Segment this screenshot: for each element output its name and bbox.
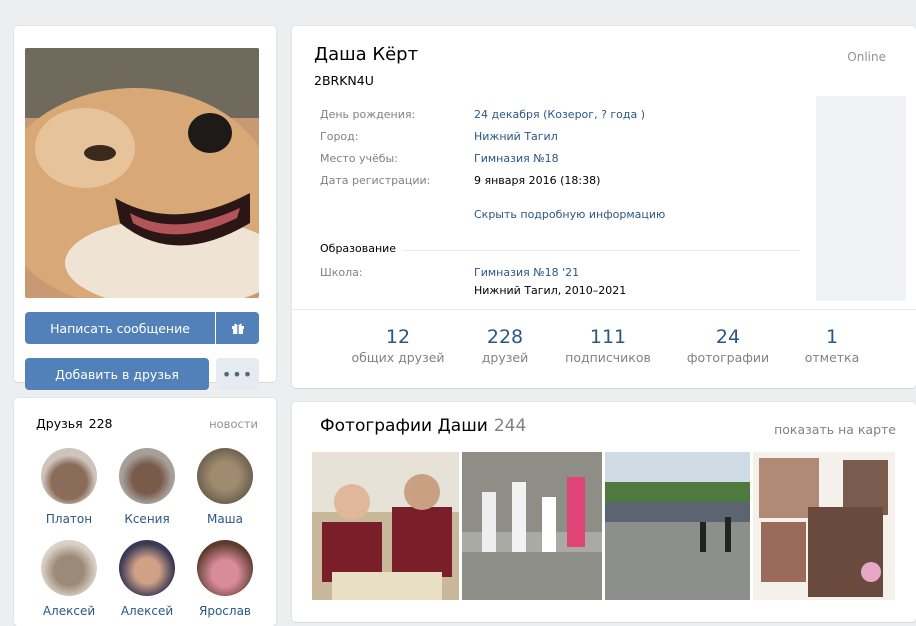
study-value[interactable]: Гимназия №18 <box>474 152 559 165</box>
friend-item[interactable]: Платон <box>36 448 102 526</box>
counter-number: 228 <box>486 326 524 348</box>
collage-photo-image <box>753 452 895 600</box>
friend-name: Алексей <box>42 604 96 618</box>
photo-thumbnail[interactable] <box>605 452 750 600</box>
friend-name: Ярослав <box>199 604 251 618</box>
birthday-value[interactable]: 24 декабря (Козерог, ? года ) <box>474 108 645 121</box>
city-label: Город: <box>320 130 359 143</box>
running-photo-image <box>462 452 602 600</box>
friends-count: 228 <box>88 416 113 431</box>
friend-avatar <box>119 540 175 596</box>
counter-mutual-friends[interactable]: 12 общих друзей <box>348 326 448 365</box>
counter-label: друзей <box>481 350 529 365</box>
gift-button[interactable] <box>216 312 259 344</box>
profile-photo-card: Написать сообщение Добавить в друзья ••• <box>14 26 276 390</box>
photos-title: Фотографии Даши <box>320 416 488 436</box>
friends-news-link[interactable]: новости <box>209 417 258 431</box>
gift-icon <box>231 323 244 334</box>
friend-name: Алексей <box>120 604 174 618</box>
profile-name: Даша Кёрт <box>314 44 419 65</box>
classroom-photo-image <box>312 452 459 600</box>
friend-avatar <box>197 448 253 504</box>
counter-number: 111 <box>589 326 627 348</box>
friend-avatar <box>41 448 97 504</box>
counter-number: 12 <box>385 326 411 348</box>
counter-label: подписчиков <box>565 350 651 365</box>
photo-thumbnail[interactable] <box>753 452 895 600</box>
friend-name: Ксения <box>124 512 170 526</box>
education-divider <box>402 250 800 251</box>
friend-name: Маша <box>206 512 244 526</box>
friend-avatar <box>197 540 253 596</box>
counter-tags[interactable]: 1 отметка <box>800 326 864 365</box>
friend-item[interactable]: Алексей <box>36 540 102 618</box>
registration-label: Дата регистрации: <box>320 174 431 187</box>
friends-card: Друзья 228 новости Платон Ксения Маша Але… <box>14 398 276 626</box>
friend-item[interactable]: Ярослав <box>192 540 258 618</box>
friend-avatar <box>41 540 97 596</box>
send-message-button[interactable]: Написать сообщение <box>25 312 215 344</box>
friend-avatar <box>119 448 175 504</box>
hide-details-link[interactable]: Скрыть подробную информацию <box>474 208 665 221</box>
placeholder-block <box>816 96 906 301</box>
registration-value: 9 января 2016 (18:38) <box>474 174 601 187</box>
friend-item[interactable]: Маша <box>192 448 258 526</box>
counter-label: отметка <box>804 350 860 365</box>
counter-label: общих друзей <box>351 350 445 365</box>
friends-header[interactable]: Друзья 228 <box>36 416 113 431</box>
add-friend-button[interactable]: Добавить в друзья <box>25 358 209 390</box>
profile-avatar[interactable] <box>25 48 259 298</box>
counter-followers[interactable]: 111 подписчиков <box>560 326 656 365</box>
stadium-photo-image <box>605 452 750 600</box>
education-heading: Образование <box>320 242 397 255</box>
school-value[interactable]: Гимназия №18 '21 <box>474 266 579 279</box>
photo-thumbnail[interactable] <box>312 452 459 600</box>
photos-count: 244 <box>493 416 527 436</box>
friend-item[interactable]: Алексей <box>114 540 180 618</box>
show-on-map-link[interactable]: показать на карте <box>774 422 896 437</box>
counter-number: 1 <box>825 326 839 348</box>
counter-friends[interactable]: 228 друзей <box>470 326 540 365</box>
online-status: Online <box>847 50 886 64</box>
school-location: Нижний Тагил, 2010–2021 <box>474 284 627 297</box>
friend-name: Платон <box>45 512 93 526</box>
friend-item[interactable]: Ксения <box>114 448 180 526</box>
counter-number: 24 <box>715 326 741 348</box>
counter-label: фотографии <box>686 350 770 365</box>
photos-card: Фотографии Даши 244 показать на карте <box>292 402 916 622</box>
photos-header[interactable]: Фотографии Даши 244 <box>320 416 526 436</box>
school-label: Школа: <box>320 266 363 279</box>
study-label: Место учёбы: <box>320 152 398 165</box>
photo-thumbnail[interactable] <box>462 452 602 600</box>
city-value[interactable]: Нижний Тагил <box>474 130 558 143</box>
friends-title: Друзья <box>36 416 83 431</box>
more-actions-button[interactable]: ••• <box>216 358 259 390</box>
profile-info-card: Даша Кёрт 2BRKN4U Online День рождения: … <box>292 26 916 388</box>
dog-photo-image <box>25 48 259 298</box>
birthday-label: День рождения: <box>320 108 416 121</box>
counter-photos[interactable]: 24 фотографии <box>684 326 772 365</box>
profile-status[interactable]: 2BRKN4U <box>314 73 374 88</box>
counters-divider <box>292 309 916 310</box>
